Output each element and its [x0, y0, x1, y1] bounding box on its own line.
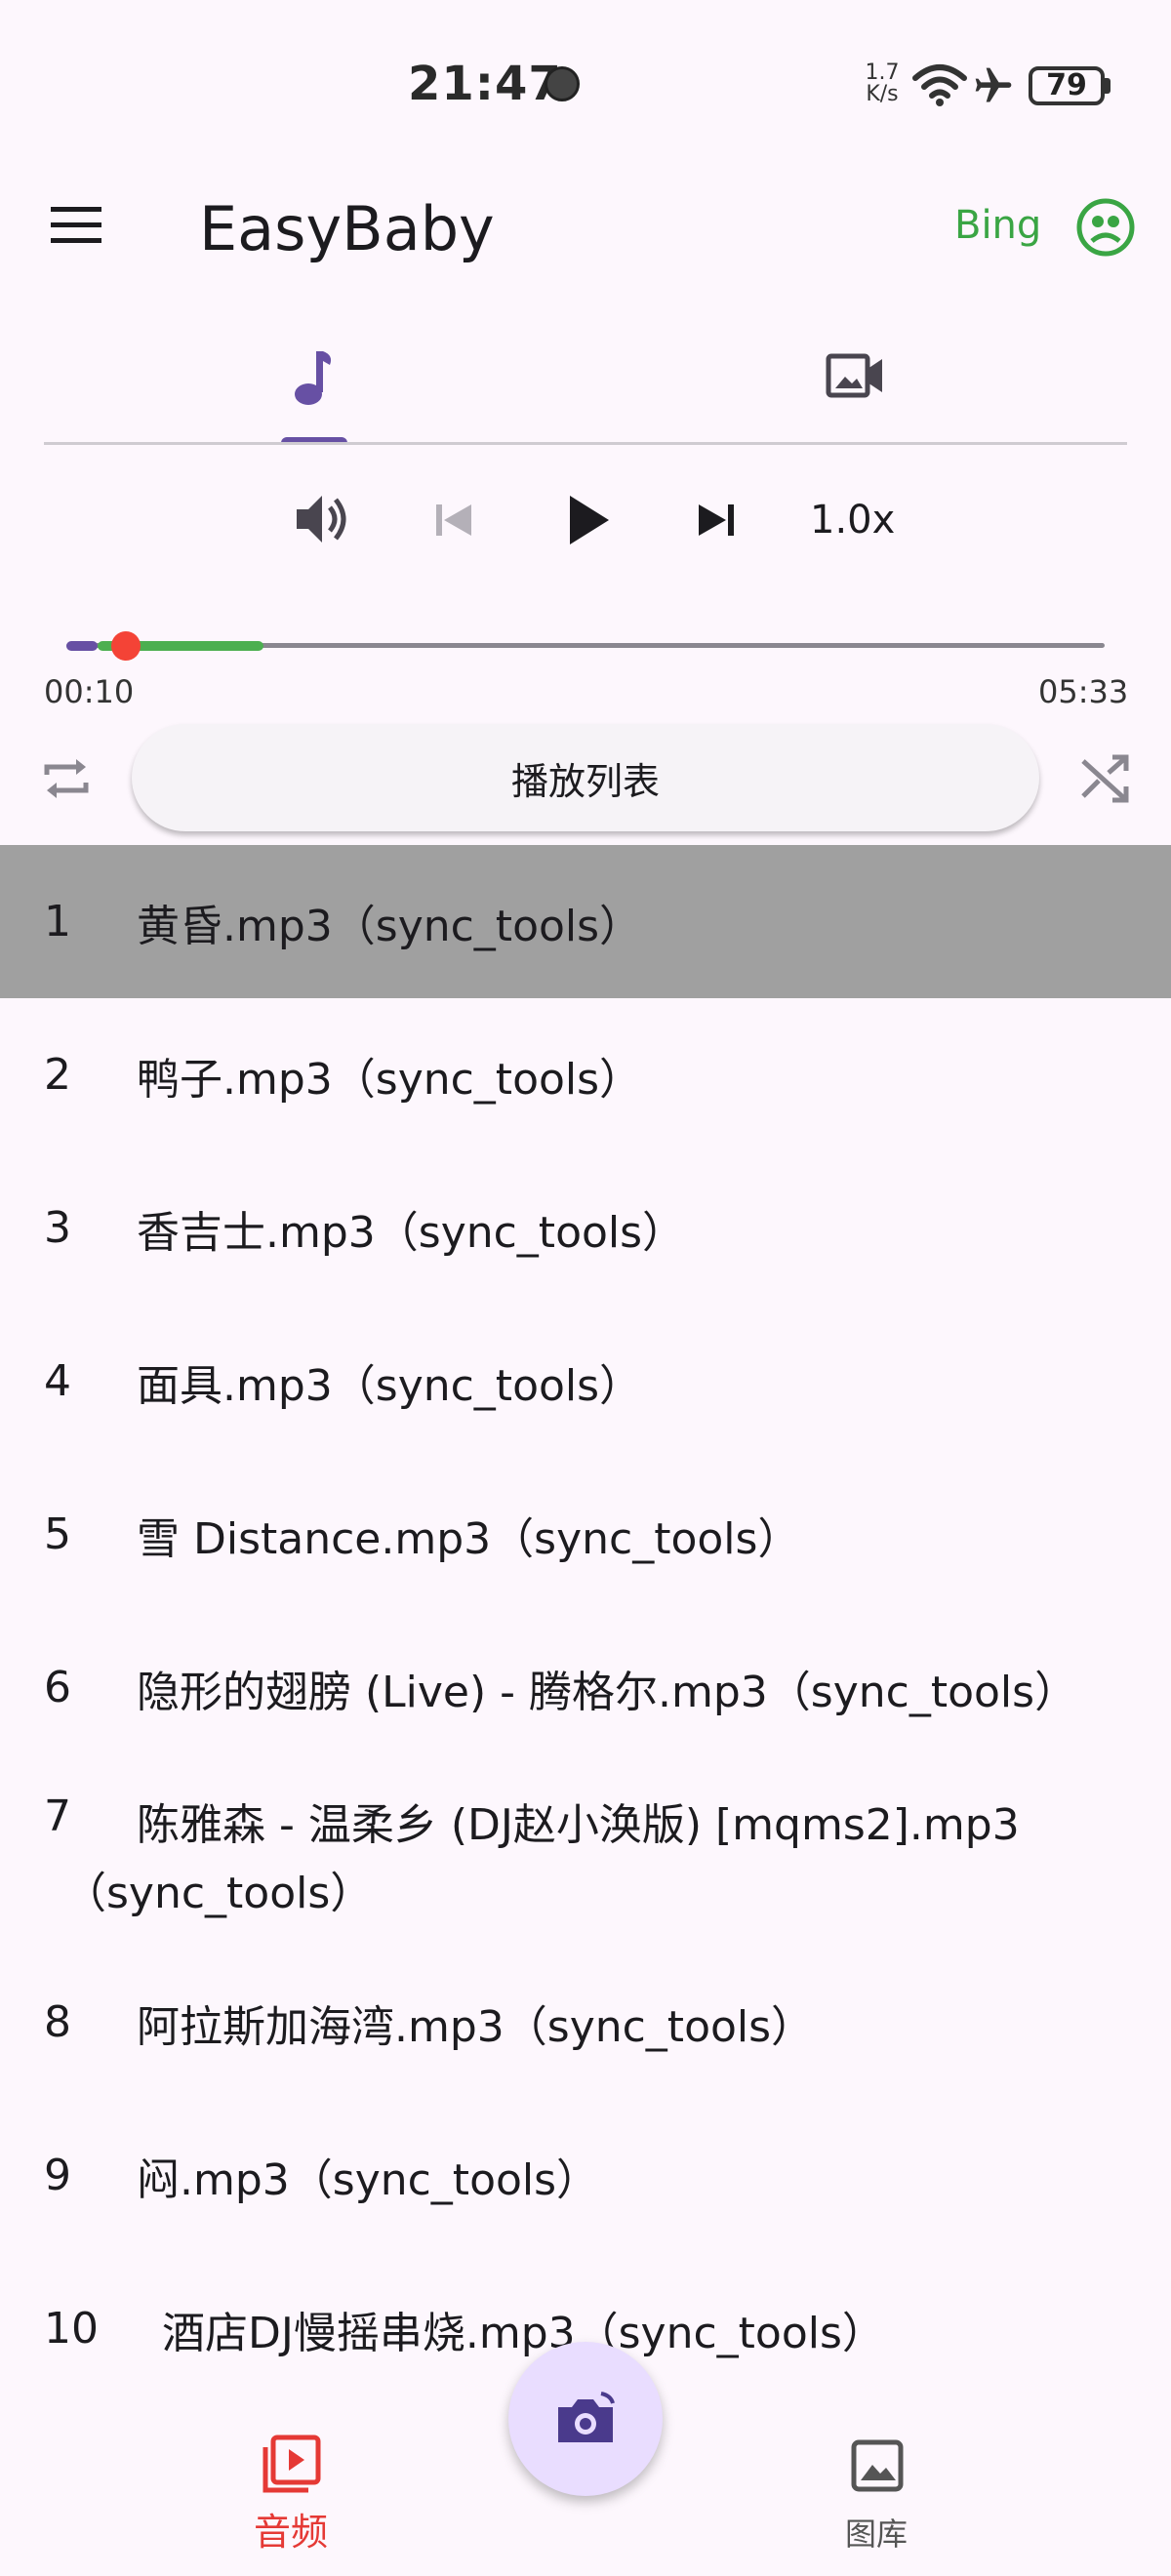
track-name: 隐形的翅膀 (Live) - 腾格尔.mp3（sync_tools）	[137, 1667, 1078, 1717]
gallery-nav-icon[interactable]	[851, 2439, 904, 2492]
progress-start	[66, 641, 98, 651]
track-number: 10	[44, 2304, 99, 2354]
network-speed: 1.7 K/s	[863, 62, 902, 105]
camera-fab[interactable]	[508, 2342, 663, 2496]
track-name-line1: 陈雅森 - 温柔乡 (DJ赵小涣版) [mqms2].mp3	[137, 1800, 1020, 1850]
current-time: 00:10	[44, 673, 135, 710]
wifi-icon	[912, 64, 967, 106]
track-number: 9	[44, 2151, 71, 2200]
track-number: 3	[44, 1203, 71, 1253]
track-name: 酒店DJ慢摇串烧.mp3（sync_tools）	[162, 2308, 885, 2358]
net-speed-value: 1.7	[865, 60, 900, 85]
camera-icon	[558, 2392, 615, 2442]
volume-icon[interactable]	[293, 492, 351, 546]
track-name: 闷.mp3（sync_tools）	[137, 2154, 600, 2205]
track-number: 5	[44, 1509, 71, 1559]
tab-divider	[44, 442, 1127, 445]
track-number: 7	[44, 1791, 71, 1841]
repeat-icon[interactable]	[39, 751, 94, 806]
track-number: 1	[44, 897, 71, 946]
user-name[interactable]: Bing	[954, 203, 1041, 248]
track-number: 6	[44, 1663, 71, 1712]
app-title: EasyBaby	[199, 193, 495, 264]
progress-thumb[interactable]	[111, 631, 141, 661]
net-speed-unit: K/s	[866, 82, 899, 106]
track-item[interactable]: 3 香吉士.mp3（sync_tools）	[0, 1151, 1171, 1305]
track-item[interactable]: 2 鸭子.mp3（sync_tools）	[0, 998, 1171, 1151]
track-item[interactable]: 4 面具.mp3（sync_tools）	[0, 1305, 1171, 1458]
track-number: 8	[44, 1997, 71, 2047]
track-name: 雪 Distance.mp3（sync_tools）	[137, 1513, 801, 1564]
nav-label-gallery[interactable]: 图库	[845, 2510, 908, 2555]
track-name: 鸭子.mp3（sync_tools）	[137, 1054, 643, 1105]
total-time: 05:33	[1038, 673, 1129, 710]
battery-tip	[1105, 78, 1110, 94]
track-name: 陈雅森 - 温柔乡 (DJ赵小涣版) [mqms2].mp3 （sync_too…	[63, 1791, 1132, 1928]
audio-nav-icon[interactable]	[262, 2434, 322, 2494]
playlist-button[interactable]: 播放列表	[132, 724, 1039, 831]
airplane-mode-icon	[975, 67, 1012, 102]
track-name-line2: （sync_tools）	[63, 1869, 374, 1918]
shuffle-icon[interactable]	[1077, 751, 1132, 806]
skip-next-icon[interactable]	[695, 501, 738, 540]
music-note-icon[interactable]	[291, 349, 338, 408]
skip-previous-icon[interactable]	[432, 501, 475, 540]
track-item[interactable]: 8 阿拉斯加海湾.mp3（sync_tools）	[0, 1946, 1171, 2099]
play-icon[interactable]	[564, 492, 613, 548]
track-item[interactable]: 5 雪 Distance.mp3（sync_tools）	[0, 1458, 1171, 1611]
nav-label-audio[interactable]: 音频	[254, 2502, 328, 2556]
track-item[interactable]: 7 陈雅森 - 温柔乡 (DJ赵小涣版) [mqms2].mp3 （sync_t…	[0, 1764, 1171, 1946]
camera-status-icon	[545, 66, 580, 101]
account-icon[interactable]	[1076, 198, 1135, 257]
track-item[interactable]: 1 黄昏.mp3（sync_tools）	[0, 845, 1171, 998]
playback-speed[interactable]: 1.0x	[810, 498, 895, 543]
track-number: 4	[44, 1356, 71, 1406]
track-name: 面具.mp3（sync_tools）	[137, 1360, 643, 1411]
track-name: 香吉士.mp3（sync_tools）	[137, 1207, 686, 1258]
status-time: 21:47	[408, 57, 562, 111]
track-list: 1 黄昏.mp3（sync_tools） 2 鸭子.mp3（sync_tools…	[0, 845, 1171, 2405]
video-camera-icon[interactable]	[826, 351, 886, 400]
track-number: 2	[44, 1050, 71, 1100]
track-item[interactable]: 6 隐形的翅膀 (Live) - 腾格尔.mp3（sync_tools）	[0, 1611, 1171, 1764]
battery-indicator: 79	[1029, 66, 1105, 105]
track-name: 阿拉斯加海湾.mp3（sync_tools）	[137, 2001, 815, 2052]
track-item[interactable]: 9 闷.mp3（sync_tools）	[0, 2099, 1171, 2252]
track-name: 黄昏.mp3（sync_tools）	[137, 901, 643, 951]
menu-icon[interactable]	[49, 203, 103, 246]
